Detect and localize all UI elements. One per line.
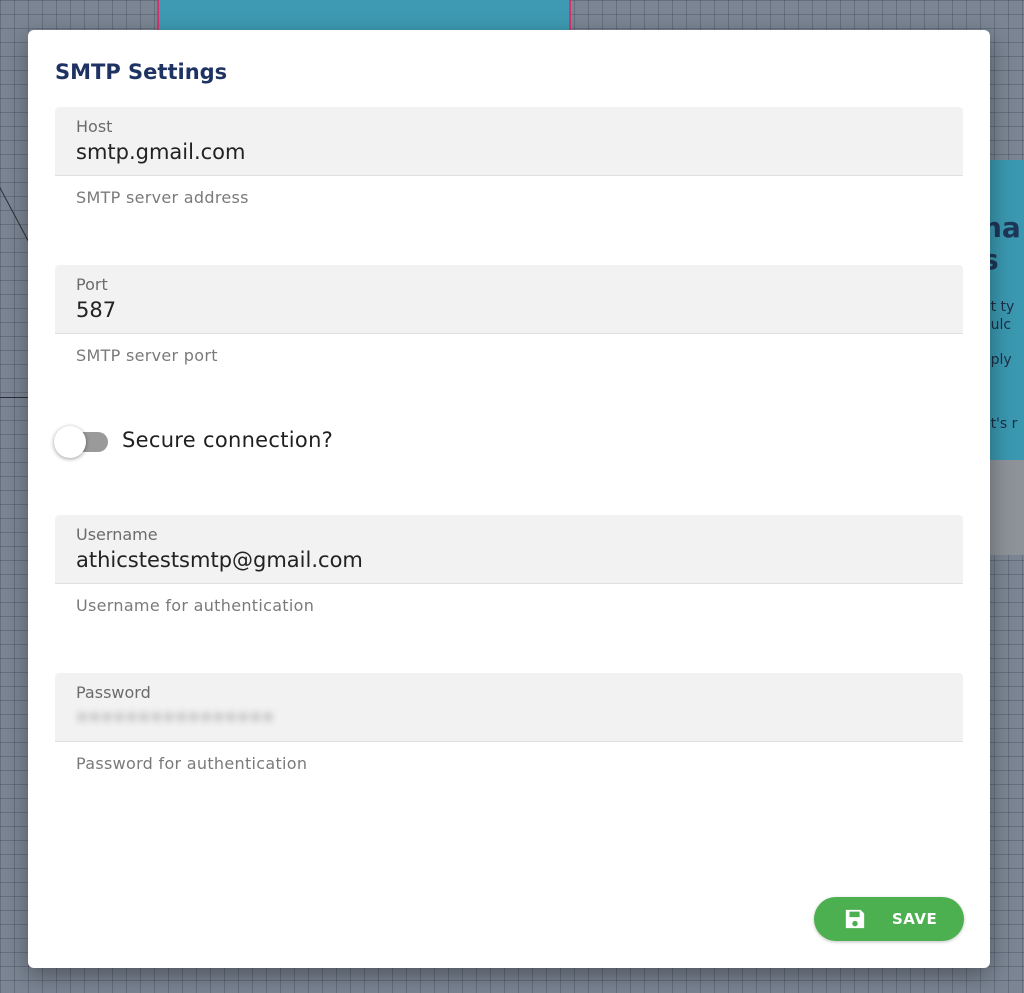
password-field[interactable]: Password <box>55 673 963 742</box>
toggle-thumb[interactable] <box>54 426 86 458</box>
smtp-settings-dialog: SMTP Settings Host SMTP server address P… <box>28 30 990 968</box>
port-label: Port <box>76 275 108 294</box>
host-field[interactable]: Host <box>55 107 963 176</box>
floppy-disk-icon <box>845 909 865 929</box>
background-connector-line <box>0 397 30 398</box>
username-input[interactable] <box>76 547 936 573</box>
save-button-label: SAVE <box>892 910 938 928</box>
secure-connection-label: Secure connection? <box>122 428 334 452</box>
host-label: Host <box>76 117 113 136</box>
password-input[interactable] <box>76 705 936 731</box>
host-input[interactable] <box>76 139 936 165</box>
secure-connection-toggle[interactable]: Secure connection? <box>54 426 454 458</box>
dialog-title: SMTP Settings <box>55 60 228 84</box>
port-helper-text: SMTP server port <box>76 346 218 365</box>
host-helper-text: SMTP server address <box>76 188 249 207</box>
save-button[interactable]: SAVE <box>814 897 964 941</box>
username-field[interactable]: Username <box>55 515 963 584</box>
password-helper-text: Password for authentication <box>76 754 308 773</box>
password-label: Password <box>76 683 151 702</box>
username-helper-text: Username for authentication <box>76 596 315 615</box>
port-field[interactable]: Port <box>55 265 963 334</box>
port-input[interactable] <box>76 297 936 323</box>
username-label: Username <box>76 525 158 544</box>
